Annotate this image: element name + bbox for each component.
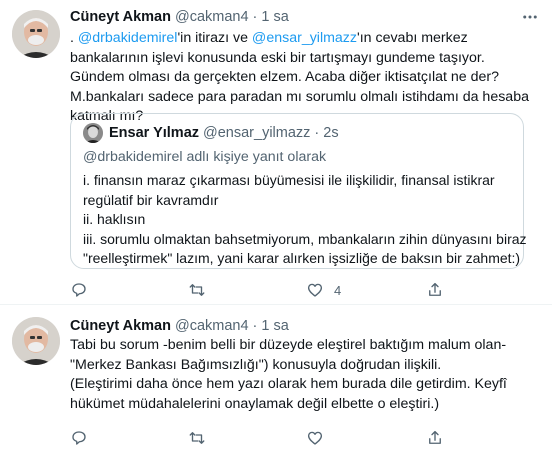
quote-author-name: Ensar Yılmaz: [109, 125, 200, 141]
retweet-icon: [189, 284, 205, 296]
more-options-button[interactable]: [518, 8, 542, 26]
text-line: Tabi bu sorum -benim belli bir düzeyde e…: [70, 337, 507, 353]
avatar[interactable]: [12, 10, 60, 58]
like-icon: [307, 431, 323, 445]
text-line: "Merkez Bankası Bağımsızlığı") konusuyla…: [70, 356, 442, 373]
separator-dot: ·: [314, 125, 320, 141]
mention-link[interactable]: @ensar_yilmazz: [252, 30, 357, 46]
like-icon: [307, 283, 323, 297]
quote-timestamp: 2s: [323, 125, 339, 141]
share-button[interactable]: [426, 280, 444, 300]
reply-button[interactable]: [70, 280, 98, 300]
like-button[interactable]: [306, 428, 334, 448]
tweet-text: Tabi bu sorum -benim belli bir düzeyde e…: [70, 336, 530, 414]
quote-line: i. finansın maraz çıkarması büyümesisi i…: [83, 172, 495, 188]
quote-author-handle: @ensar_yilmazz: [203, 125, 311, 141]
quote-line: "reelleştirmek" lazım, yani karar alırke…: [83, 250, 521, 266]
avatar[interactable]: [12, 317, 60, 365]
reply-icon: [72, 283, 86, 297]
text-part: 'in itirazı ve: [177, 30, 252, 46]
tweet-header: Cüneyt Akman @cakman4 · 1 sa: [70, 7, 289, 27]
more-dots-icon: [523, 15, 537, 19]
avatar-photo: [12, 317, 60, 365]
retweet-button[interactable]: [188, 428, 216, 448]
reply-context: @drbakidemirel adlı kişiye yanıt olarak: [83, 149, 327, 165]
retweet-button[interactable]: [188, 280, 216, 300]
mention-link[interactable]: @drbakidemirel: [78, 30, 178, 46]
share-button[interactable]: [426, 428, 444, 448]
reply-button[interactable]: [70, 428, 98, 448]
reply-icon: [72, 431, 86, 445]
share-icon: [429, 282, 441, 296]
separator-dot: ·: [252, 9, 258, 25]
timestamp[interactable]: 1 sa: [261, 9, 288, 25]
share-icon: [429, 430, 441, 444]
tweet-actions: 4: [70, 280, 470, 300]
quote-line: ii. haklısın: [83, 211, 146, 227]
quote-line: regülatif bir kavramdır: [83, 191, 219, 208]
like-count: 4: [334, 282, 342, 298]
avatar-photo: [12, 10, 60, 58]
author-handle[interactable]: @cakman4: [175, 9, 249, 25]
text-line: hükümet müdahalelerini onaylamak değil e…: [70, 395, 440, 412]
quote-avatar: [83, 123, 103, 143]
separator-dot: ·: [252, 318, 258, 334]
tweet-text: . @drbakidemirel'in itirazı ve @ensar_yi…: [70, 29, 530, 127]
timestamp[interactable]: 1 sa: [261, 318, 288, 334]
quote-header: Ensar Yılmaz @ensar_yilmazz · 2s: [83, 123, 339, 143]
quote-text: i. finansın maraz çıkarması büyümesisi i…: [83, 171, 527, 269]
author-handle[interactable]: @cakman4: [175, 318, 249, 334]
quoted-tweet[interactable]: Ensar Yılmaz @ensar_yilmazz · 2s @drbaki…: [70, 113, 527, 269]
retweet-icon: [189, 432, 205, 444]
tweet[interactable]: Cüneyt Akman @cakman4 · 1 sa Tabi bu sor…: [0, 305, 552, 450]
avatar-photo: [83, 123, 103, 143]
quote-line: iii. sorumlu olmaktan bahsetmiyorum, mba…: [83, 230, 527, 247]
text-prefix: .: [70, 30, 78, 46]
like-button[interactable]: 4: [306, 280, 341, 300]
tweet-actions: [70, 428, 470, 448]
author-name[interactable]: Cüneyt Akman: [70, 9, 171, 25]
author-name[interactable]: Cüneyt Akman: [70, 318, 171, 334]
text-line: (Eleştirimi daha önce hem yazı olarak he…: [70, 376, 507, 392]
tweet[interactable]: Cüneyt Akman @cakman4 · 1 sa . @drbakide…: [0, 0, 552, 305]
tweet-header: Cüneyt Akman @cakman4 · 1 sa: [70, 316, 289, 336]
